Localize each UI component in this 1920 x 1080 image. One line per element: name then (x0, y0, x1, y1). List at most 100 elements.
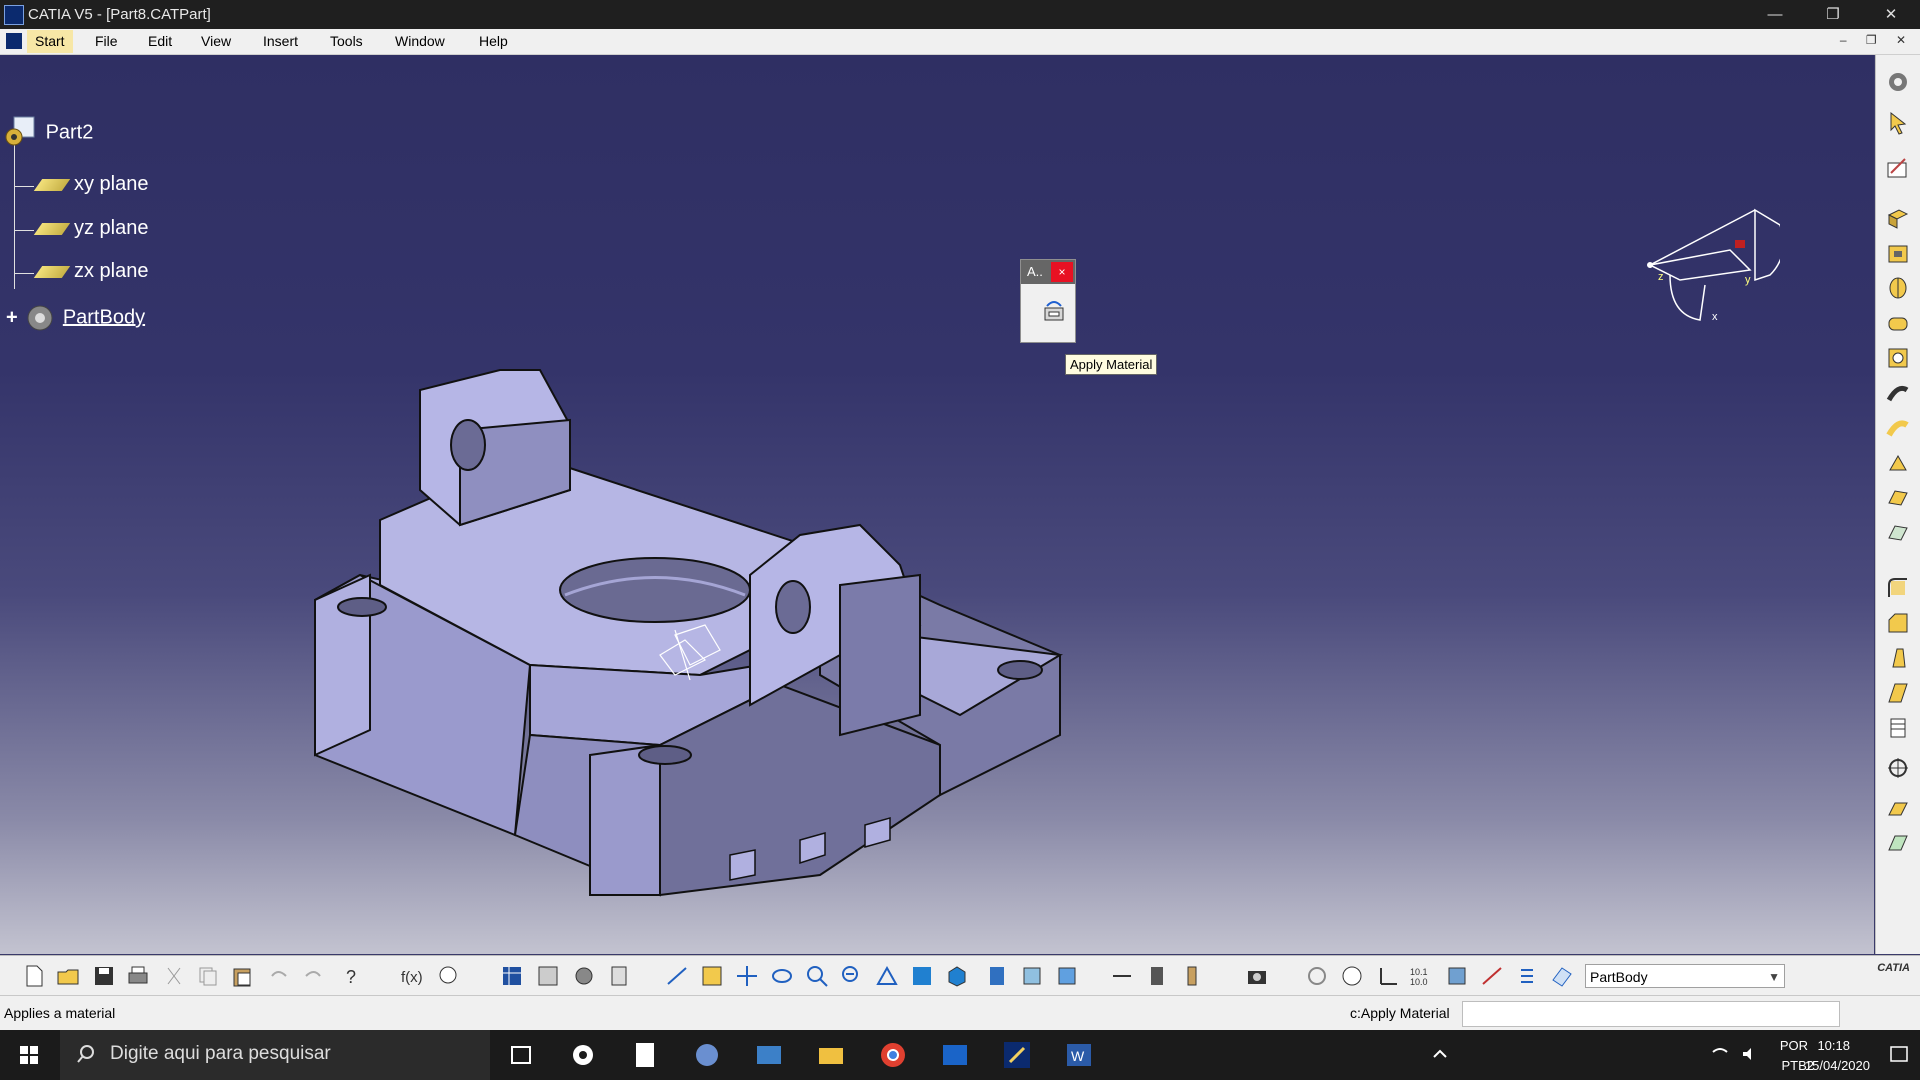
taskbar-search-box[interactable]: Digite aqui para pesquisar (60, 1030, 490, 1080)
multi-view-icon[interactable] (910, 964, 934, 988)
compass-widget[interactable]: z y x (1630, 195, 1780, 335)
catia-doc-icon[interactable] (6, 33, 22, 49)
copy-icon[interactable] (196, 964, 220, 988)
3d-part-model[interactable] (300, 335, 1080, 935)
menu-help[interactable]: Help (479, 33, 508, 49)
measure-item-icon[interactable] (1145, 964, 1169, 988)
menu-window[interactable]: Window (395, 33, 445, 49)
file-explorer-icon[interactable] (814, 1038, 848, 1072)
loft-icon[interactable] (1885, 485, 1911, 511)
calculator-icon[interactable] (628, 1038, 662, 1072)
stiffener-icon[interactable] (1885, 450, 1911, 476)
pocket-icon[interactable] (1885, 240, 1911, 266)
design-table-icon[interactable] (536, 964, 560, 988)
formula-icon[interactable]: f(x) (400, 964, 424, 988)
print-icon[interactable] (126, 964, 150, 988)
globe-icon[interactable] (1340, 964, 1364, 988)
save-icon[interactable] (92, 964, 116, 988)
select-arrow-icon[interactable] (1885, 110, 1911, 136)
open-icon[interactable] (56, 964, 80, 988)
catia-taskbar-icon[interactable] (1000, 1038, 1034, 1072)
menu-view[interactable]: View (201, 33, 231, 49)
word-icon[interactable]: W (1062, 1038, 1096, 1072)
fit-all-icon[interactable] (700, 964, 724, 988)
measure-inertia-icon[interactable] (1180, 964, 1204, 988)
outlook-icon[interactable] (938, 1038, 972, 1072)
swap-space-icon[interactable] (1055, 964, 1079, 988)
axis-system-icon[interactable] (1375, 964, 1399, 988)
shaft-icon[interactable] (1885, 275, 1911, 301)
list-icon[interactable] (1515, 964, 1539, 988)
clock-time[interactable]: 10:18 (1817, 1038, 1850, 1053)
menu-tools[interactable]: Tools (330, 33, 363, 49)
rotate-icon[interactable] (770, 964, 794, 988)
settings-icon[interactable] (566, 1038, 600, 1072)
3d-viewport[interactable]: Part2 xy plane yz plane zx plane + PartB… (0, 55, 1874, 1008)
hole-icon[interactable] (1885, 345, 1911, 371)
fillet-icon[interactable] (1885, 575, 1911, 601)
windows-start-button[interactable] (0, 1030, 58, 1080)
restore-button[interactable]: ❐ (1804, 0, 1862, 29)
draft-icon[interactable] (1885, 645, 1911, 671)
boolean-icon[interactable] (1885, 830, 1911, 856)
close-button[interactable]: ✕ (1862, 0, 1920, 29)
zoom-in-icon[interactable] (805, 964, 829, 988)
table-icon[interactable] (500, 964, 524, 988)
command-input[interactable] (1462, 1001, 1840, 1027)
tree-root-part2[interactable]: Part2 (4, 115, 93, 151)
iso-view-icon[interactable] (945, 964, 969, 988)
normal-view-icon[interactable] (875, 964, 899, 988)
tree-item-partbody[interactable]: + PartBody (6, 301, 145, 335)
layer-icon[interactable] (1445, 964, 1469, 988)
tree-item-yz-plane[interactable]: yz plane (33, 217, 149, 240)
current-body-select[interactable]: PartBody ▼ (1585, 964, 1785, 988)
zoom-out-icon[interactable] (840, 964, 864, 988)
mirror-icon[interactable] (1885, 755, 1911, 781)
measure-icon[interactable] (608, 964, 632, 988)
menu-edit[interactable]: Edit (148, 33, 172, 49)
cut-icon[interactable] (162, 964, 186, 988)
pad-icon[interactable] (1885, 205, 1911, 231)
whats-this-icon[interactable]: ? (340, 964, 364, 988)
menu-insert[interactable]: Insert (263, 33, 298, 49)
thread-icon[interactable] (1885, 715, 1911, 741)
capture-icon[interactable] (1245, 964, 1269, 988)
new-icon[interactable] (22, 964, 46, 988)
undo-icon[interactable] (266, 964, 290, 988)
chrome-icon[interactable] (876, 1038, 910, 1072)
groove-icon[interactable] (1885, 310, 1911, 336)
sketch-icon[interactable] (1885, 155, 1911, 181)
units-icon[interactable]: 10.110.0 (1410, 964, 1434, 988)
slot-icon[interactable] (1885, 415, 1911, 441)
pattern-icon[interactable] (1885, 795, 1911, 821)
paint-icon[interactable] (690, 1038, 724, 1072)
rib-icon[interactable] (1885, 380, 1911, 406)
expand-icon[interactable]: + (6, 306, 18, 328)
knowledge-icon[interactable] (436, 964, 460, 988)
hide-show-icon[interactable] (1020, 964, 1044, 988)
wifi-icon[interactable] (1710, 1044, 1730, 1064)
menu-start[interactable]: Start (27, 30, 73, 53)
chamfer-icon[interactable] (1885, 610, 1911, 636)
pan-icon[interactable] (735, 964, 759, 988)
shell-icon[interactable] (1885, 680, 1911, 706)
tree-item-xy-plane[interactable]: xy plane (33, 173, 149, 196)
volume-icon[interactable] (1740, 1044, 1760, 1064)
redo-icon[interactable] (302, 964, 326, 988)
clock-date[interactable]: 15/04/2020 (1805, 1058, 1870, 1073)
body-icon[interactable] (1550, 964, 1574, 988)
chevron-up-icon[interactable] (1430, 1044, 1450, 1064)
catia-app-icon[interactable] (4, 5, 24, 25)
fly-mode-icon[interactable] (665, 964, 689, 988)
catalog-icon[interactable] (572, 964, 596, 988)
remove-loft-icon[interactable] (1885, 520, 1911, 546)
shading-icon[interactable] (985, 964, 1009, 988)
document-window-controls[interactable]: – ❐ ✕ (1840, 33, 1914, 47)
menu-file[interactable]: File (95, 33, 118, 49)
measure-between-icon[interactable] (1110, 964, 1134, 988)
filter-icon[interactable] (1480, 964, 1504, 988)
update-icon[interactable] (1305, 964, 1329, 988)
gear-icon[interactable] (1885, 69, 1911, 95)
toolbar-close-button[interactable]: × (1051, 262, 1073, 282)
tree-item-zx-plane[interactable]: zx plane (33, 260, 149, 283)
